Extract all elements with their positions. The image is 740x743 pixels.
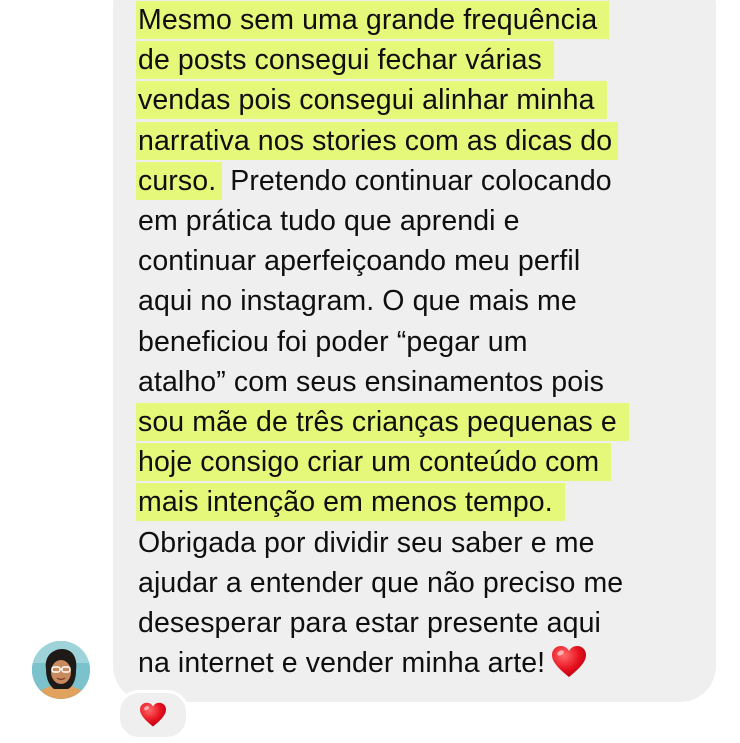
- message-line: narrativa nos stories com as dicas do: [136, 121, 713, 161]
- red-heart-icon: [140, 702, 166, 727]
- highlighted-text: vendas pois consegui alinhar minha: [136, 81, 607, 120]
- message-line: na internet e vender minha arte!: [138, 643, 713, 683]
- message-text-fragment: na internet e vender minha arte!: [138, 647, 546, 680]
- message-line: mais intenção em menos tempo.: [136, 482, 713, 522]
- red-heart-emoji-icon: [552, 646, 587, 678]
- message-line: atalho” com seus ensinamentos pois: [138, 365, 604, 398]
- message-line: ajudar a entender que não preciso me: [138, 566, 624, 599]
- message-line: desesperar para estar presente aqui: [138, 607, 601, 640]
- message-line: hoje consigo criar um conteúdo com: [136, 442, 713, 482]
- message-text-fragment: Pretendo continuar colocando: [222, 164, 612, 197]
- message-line: Obrigada por dividir seu saber e me: [138, 526, 595, 559]
- message-line: curso. Pretendo continuar colocando: [136, 161, 713, 201]
- message-line: beneficiou foi poder “pegar um: [138, 325, 528, 358]
- highlighted-text: narrativa nos stories com as dicas do: [136, 121, 619, 160]
- message-text: Mesmo sem uma grande frequência de posts…: [136, 0, 713, 683]
- highlighted-text: de posts consegui fechar várias: [136, 41, 554, 80]
- highlighted-text: hoje consigo criar um conteúdo com: [136, 443, 612, 482]
- message-line: vendas pois consegui alinhar minha: [136, 80, 713, 120]
- highlighted-text: sou mãe de três crianças pequenas e: [136, 403, 629, 442]
- message-line: de posts consegui fechar várias: [136, 40, 713, 80]
- message-line: continuar aperfeiçoando meu perfil: [138, 245, 581, 278]
- message-line: sou mãe de três crianças pequenas e: [136, 402, 713, 442]
- highlighted-text: mais intenção em menos tempo.: [136, 483, 565, 522]
- user-avatar-icon: [32, 641, 90, 699]
- highlighted-text: Mesmo sem uma grande frequência: [136, 1, 610, 39]
- highlighted-text: curso.: [136, 161, 223, 200]
- message-line: em prática tudo que aprendi e: [138, 205, 520, 238]
- sender-avatar[interactable]: [32, 641, 90, 699]
- message-line: aqui no instagram. O que mais me: [138, 285, 577, 318]
- message-line: Mesmo sem uma grande frequência: [136, 0, 713, 40]
- reaction-badge[interactable]: [117, 690, 189, 740]
